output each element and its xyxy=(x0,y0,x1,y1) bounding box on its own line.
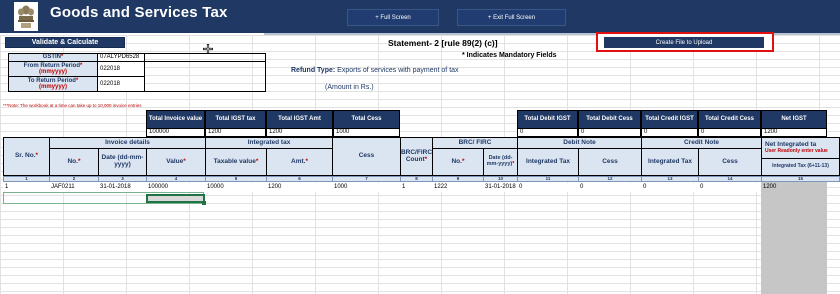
column-number: 14 xyxy=(698,176,762,182)
sr-no-header: Sr. No. * xyxy=(3,137,50,176)
gst-offline-utility-window: Goods and Services Tax + Full Screen + E… xyxy=(0,0,840,294)
app-title: Goods and Services Tax xyxy=(50,4,228,21)
credit-integrated-tax-header: Integrated Tax xyxy=(641,148,699,176)
brc-date-header: Date (dd-mm-yyyy)* xyxy=(483,148,518,176)
total-value: 0 xyxy=(698,128,761,137)
total-value: 0 xyxy=(578,128,641,137)
column-number: 13 xyxy=(641,176,699,182)
table-cell[interactable]: JAF0211 xyxy=(49,183,98,192)
column-number: 10 xyxy=(483,176,518,182)
brc-no-header: No. * xyxy=(432,148,484,176)
total-header: Total Cess xyxy=(333,110,400,129)
net-integrated-header: Net Integrated ta User Readonly enter va… xyxy=(761,137,840,159)
from-period-label: From Return Period* (mmyyyy) xyxy=(8,61,98,77)
igst-amt-header: Amt. * xyxy=(266,148,333,176)
table-cell: 1200 xyxy=(763,184,777,191)
table-cell[interactable]: 0 xyxy=(698,183,761,192)
table-cell[interactable]: 1200 xyxy=(266,183,332,192)
invoice-date-header: Date (dd-mm-yyyy) xyxy=(98,148,147,176)
refund-type: Refund Type: Exports of services with pa… xyxy=(291,67,459,74)
table-cell[interactable]: 0 xyxy=(578,183,641,192)
total-header: Net IGST xyxy=(761,110,827,129)
table-cell[interactable]: 0 xyxy=(641,183,698,192)
active-cell[interactable] xyxy=(146,194,205,203)
total-value: 1200 xyxy=(205,128,266,137)
total-header: Total Debit Cess xyxy=(578,110,641,129)
validate-calculate-button[interactable]: Validate & Calculate xyxy=(5,37,125,48)
debit-cess-header: Cess xyxy=(578,148,642,176)
total-header: Total Invoice value xyxy=(146,110,205,129)
exit-full-screen-button[interactable]: + Exit Full Screen xyxy=(457,9,566,26)
national-emblem-icon xyxy=(14,2,38,31)
table-cell[interactable]: 31-01-2018 xyxy=(98,183,146,192)
period-spacer xyxy=(144,61,266,92)
total-header: Total Debit IGST xyxy=(517,110,578,129)
total-value: 1200 xyxy=(266,128,333,137)
column-number: 6 xyxy=(266,176,333,182)
column-number: 9 xyxy=(432,176,484,182)
column-number: 2 xyxy=(49,176,99,182)
table-cell[interactable]: 10000 xyxy=(205,183,266,192)
invoice-no-header: No. * xyxy=(49,148,99,176)
table-cell[interactable]: 100000 xyxy=(146,183,205,192)
net-integrated-tax-formula-header: Integrated Tax (6+11-13) xyxy=(761,158,840,176)
column-number: 3 xyxy=(98,176,147,182)
amount-note: (Amount in Rs.) xyxy=(325,84,374,91)
table-cell[interactable]: 1000 xyxy=(332,183,400,192)
table-cell[interactable]: 31-01-2018 xyxy=(483,183,517,192)
net-integrated-tax-readonly-column xyxy=(761,182,827,294)
column-number: 5 xyxy=(205,176,267,182)
brc-count-header: BRC/FIRC Count* xyxy=(400,137,433,176)
statement-title: Statement- 2 [rule 89(2) (c)] xyxy=(388,38,498,48)
total-value: 1200 xyxy=(761,128,827,137)
full-screen-button[interactable]: + Full Screen xyxy=(347,9,439,26)
total-value: 0 xyxy=(517,128,578,137)
column-number: 1 xyxy=(3,176,50,182)
total-header: Total Credit Cess xyxy=(698,110,761,129)
table-cell[interactable]: 0 xyxy=(517,183,578,192)
create-file-button[interactable]: Create File to Upload xyxy=(604,37,764,48)
credit-cess-header: Cess xyxy=(698,148,762,176)
invoice-value-header: Value * xyxy=(146,148,206,176)
column-number: 4 xyxy=(146,176,206,182)
entry-limit-note: ***Note: The workbook at a time can take… xyxy=(3,103,142,108)
cess-header: Cess xyxy=(332,137,401,176)
to-period-label: To Return Period* (mmyyyy) xyxy=(8,76,98,92)
total-value: 0 xyxy=(641,128,698,137)
fill-handle[interactable] xyxy=(202,201,206,205)
column-number: 7 xyxy=(332,176,401,182)
table-cell[interactable]: 1 xyxy=(400,183,432,192)
column-number: 8 xyxy=(400,176,433,182)
from-period-input[interactable]: 022018 xyxy=(97,61,145,77)
column-number: 12 xyxy=(578,176,642,182)
total-header: Total Credit IGST xyxy=(641,110,698,129)
mandatory-fields-note: * Indicates Mandatory Fields xyxy=(462,52,557,59)
column-number: 11 xyxy=(517,176,579,182)
total-value: 100000 xyxy=(146,128,205,137)
total-header: Total IGST Amt xyxy=(266,110,333,129)
taxable-value-header: Taxable value * xyxy=(205,148,267,176)
table-cell[interactable]: 1222 xyxy=(432,183,483,192)
table-cell[interactable]: 1 xyxy=(3,183,49,192)
total-header: Total IGST tax xyxy=(205,110,266,129)
to-period-input[interactable]: 022018 xyxy=(97,76,145,92)
debit-integrated-tax-header: Integrated Tax xyxy=(517,148,579,176)
total-value: 1000 xyxy=(333,128,400,137)
